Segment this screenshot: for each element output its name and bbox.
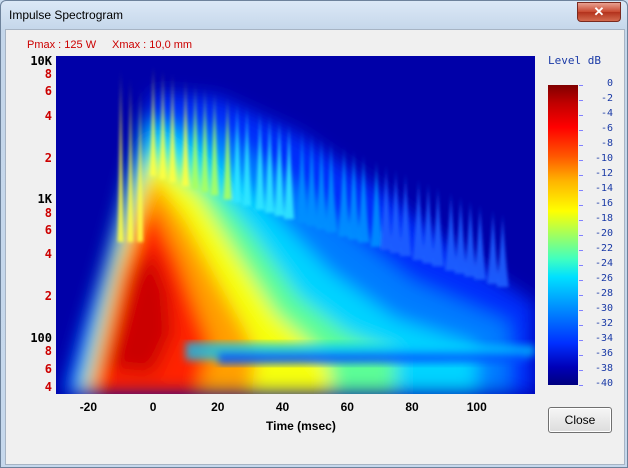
dialog-client-area: Pmax : 125 W Xmax : 10,0 mm Time (msec) …	[5, 29, 625, 465]
colorbar-label: 0	[606, 78, 613, 89]
colorbar-label: -20	[594, 228, 613, 239]
x-tick-label: 20	[211, 400, 225, 414]
y-tick-label: 4	[44, 380, 52, 394]
y-tick-label: 100	[30, 330, 52, 345]
colorbar-label: -40	[594, 378, 613, 389]
title-bar[interactable]: Impulse Spectrogram ✕	[1, 1, 627, 29]
window-title: Impulse Spectrogram	[9, 8, 124, 22]
colorbar	[548, 85, 578, 385]
y-tick-label: 6	[44, 361, 52, 376]
x-tick-label: 80	[405, 400, 419, 414]
colorbar-label: -16	[594, 198, 613, 209]
colorbar-label: -8	[600, 138, 613, 149]
colorbar-label: -28	[594, 288, 613, 299]
x-tick-label: 0	[149, 400, 157, 414]
colorbar-label: -6	[600, 123, 613, 134]
colorbar-label: -36	[594, 348, 613, 359]
colorbar-label: -24	[594, 258, 613, 269]
spectrogram-window: Impulse Spectrogram ✕ Pmax : 125 W Xmax …	[0, 0, 628, 468]
y-tick-label: 1K	[37, 192, 52, 207]
colorbar-label: -18	[594, 213, 613, 224]
colorbar-label: -26	[594, 273, 613, 284]
close-icon: ✕	[593, 4, 605, 19]
colorbar-label: -34	[594, 333, 613, 344]
colorbar-label: -22	[594, 243, 613, 254]
close-button[interactable]: Close	[548, 407, 612, 433]
y-tick-label: 2	[44, 150, 52, 165]
y-tick-label: 10K	[30, 53, 52, 68]
y-tick-label: 2	[44, 289, 52, 304]
pmax-label: Pmax : 125 W	[27, 39, 97, 51]
y-tick-label: 8	[44, 67, 52, 82]
low-frequency-tail	[185, 341, 535, 365]
colorbar-label: -10	[594, 153, 613, 164]
x-tick-label: -20	[79, 400, 98, 414]
colorbar-label: -30	[594, 303, 613, 314]
x-tick-label: 60	[340, 400, 354, 414]
window-close-button[interactable]: ✕	[577, 2, 621, 22]
y-tick-label: 4	[44, 247, 52, 262]
y-tick-label: 8	[44, 205, 52, 220]
spectrogram-plot	[56, 56, 535, 394]
y-tick-label: 8	[44, 344, 52, 359]
xmax-label: Xmax : 10,0 mm	[112, 39, 193, 51]
colorbar-label: -12	[594, 168, 613, 179]
x-axis-title: Time (msec)	[266, 419, 336, 433]
colorbar-label: -14	[594, 183, 613, 194]
colorbar-label: -4	[600, 108, 613, 119]
y-tick-label: 6	[44, 223, 52, 238]
y-tick-label: 4	[44, 108, 52, 123]
close-button-label: Close	[564, 413, 596, 427]
colorbar-label: -38	[594, 363, 613, 374]
colorbar-title: Level dB	[548, 54, 601, 67]
x-tick-label: 40	[275, 400, 290, 414]
x-tick-label: 100	[466, 400, 487, 414]
colorbar-label: -32	[594, 318, 613, 329]
y-tick-label: 6	[44, 84, 52, 99]
colorbar-label: -2	[600, 93, 613, 104]
